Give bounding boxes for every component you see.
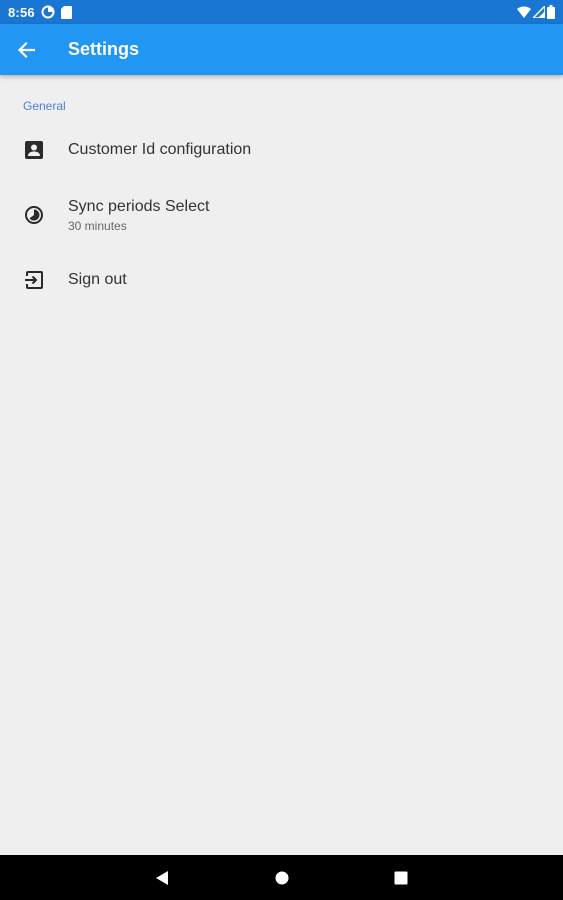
pref-title: Customer Id configuration — [68, 141, 252, 158]
pref-customer-id-text: Customer Id configuration — [68, 141, 251, 159]
pref-sync-periods[interactable]: Sync periods Select 30 minutes — [0, 190, 563, 240]
app-bar: Settings — [0, 24, 563, 75]
wifi-icon — [517, 6, 531, 18]
pref-title: Sync periods Select — [68, 197, 210, 215]
back-triangle-icon — [155, 870, 169, 886]
pref-sign-out[interactable]: Sign out — [0, 255, 563, 305]
recents-square-icon — [394, 871, 408, 885]
account-box-icon — [23, 139, 45, 161]
status-right — [517, 5, 555, 19]
nav-home-button[interactable] — [252, 855, 312, 900]
status-time: 8:56 — [8, 4, 35, 20]
exit-to-app-icon — [23, 269, 45, 291]
sd-card-icon — [60, 5, 72, 19]
system-nav-bar — [0, 855, 563, 900]
settings-list: General Customer Id configuration Sync p… — [0, 75, 563, 855]
nav-recents-button[interactable] — [371, 855, 431, 900]
battery-icon — [547, 5, 555, 19]
section-header-general: General — [23, 99, 66, 113]
arrow-back-icon — [17, 41, 35, 59]
nav-back-button[interactable] — [132, 855, 192, 900]
pref-customer-id[interactable]: Customer Id configuration — [0, 125, 563, 175]
status-left: 8:56 — [8, 5, 72, 20]
pref-sync-periods-text: Sync periods Select 30 minutes — [68, 198, 209, 233]
pref-sign-out-text: Sign out — [68, 271, 127, 289]
status-bar: 8:56 — [0, 0, 563, 24]
pref-summary: 30 minutes — [68, 218, 127, 233]
timelapse-icon — [23, 204, 45, 226]
signal-icon — [533, 6, 545, 18]
pref-title: Sign out — [68, 271, 127, 288]
back-button[interactable] — [0, 24, 52, 75]
home-circle-icon — [275, 871, 289, 885]
data-saver-icon — [41, 5, 55, 19]
page-title: Settings — [68, 39, 140, 59]
